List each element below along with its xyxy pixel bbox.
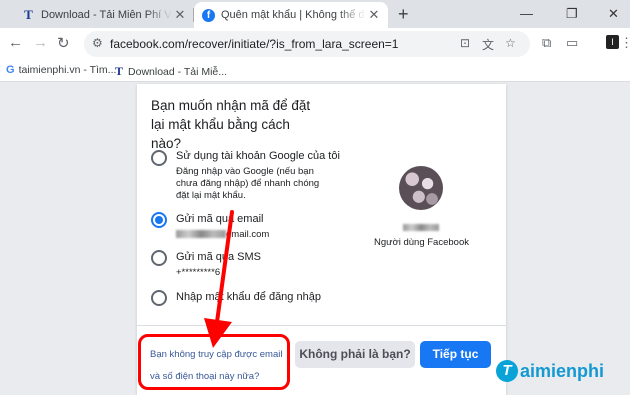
taimienphi-favicon-icon: T (24, 7, 33, 22)
continue-button[interactable]: Tiếp tục (420, 341, 491, 368)
close-window-icon[interactable]: ✕ (608, 6, 619, 22)
address-bar[interactable]: ⚙ facebook.com/recover/initiate/?is_from… (84, 31, 530, 57)
redacted-email (176, 230, 226, 239)
install-app-icon[interactable]: ⊡ (460, 36, 470, 50)
option-password-label[interactable]: Nhập mật khẩu để đăng nhập (176, 291, 321, 303)
menu-icon[interactable]: ⋮ (620, 35, 630, 51)
not-you-button[interactable]: Không phải là bạn? (295, 341, 415, 368)
radio-email[interactable] (151, 212, 167, 228)
bookmark-label: Download - Tải Miễ... (128, 65, 228, 78)
option-email-label[interactable]: Gửi mã qua email (176, 213, 263, 225)
option-google-desc: Đăng nhập vào Google (nếu bạn chưa đăng … (176, 166, 320, 201)
minimize-icon[interactable]: — (520, 6, 533, 21)
option-email-sub: gmail.com (176, 229, 269, 241)
card-divider (137, 325, 506, 326)
tab-strip: T Download - Tải Miễn Phí VN - P ✕ f Quê… (0, 0, 630, 28)
bookmark-star-icon[interactable]: ☆ (505, 36, 516, 50)
restore-icon[interactable]: ❐ (566, 6, 578, 22)
bookmark-label: taimienphi.vn - Tìm... (18, 64, 117, 76)
translate-icon[interactable]: 文 (482, 36, 494, 53)
profile-picture (399, 166, 443, 210)
profile-caption: Người dùng Facebook (374, 237, 469, 248)
option-google-label[interactable]: Sử dụng tài khoản Google của tôi (176, 150, 340, 162)
option-sms-label[interactable]: Gửi mã qua SMS (176, 251, 261, 263)
close-tab-icon[interactable]: ✕ (366, 7, 382, 23)
tab-title: Quên mật khẩu | Không thể đăng (221, 9, 366, 21)
option-sms-sub: +*********6 (176, 267, 221, 278)
taimienphi-logo-icon: T (496, 360, 518, 382)
tab-title: Download - Tải Miễn Phí VN - P (41, 9, 172, 21)
back-icon[interactable]: ← (8, 34, 23, 51)
tab-download[interactable]: T Download - Tải Miễn Phí VN - P ✕ (22, 2, 194, 28)
new-tab-button[interactable]: + (398, 4, 409, 25)
radio-sms[interactable] (151, 250, 167, 266)
radio-google[interactable] (151, 150, 167, 166)
sidebar-icon[interactable]: ▭ (566, 35, 578, 51)
facebook-favicon-icon: f (202, 8, 215, 22)
no-access-link-line2[interactable]: và số điện thoại này nữa? (150, 371, 259, 382)
site-info-icon[interactable]: ⚙ (92, 36, 103, 50)
bookmarks-bar: G taimienphi.vn - Tìm... T Download - Tả… (0, 60, 630, 82)
forward-icon[interactable]: → (33, 34, 48, 51)
taimienphi-icon: T (115, 64, 124, 78)
bookmark-item[interactable]: G taimienphi.vn - Tìm... (6, 64, 116, 76)
profile-avatar[interactable]: I (606, 35, 619, 49)
page-question: Bạn muốn nhận mã để đặt lại mật khẩu bằn… (151, 98, 311, 151)
extensions-icon[interactable]: ⧉ (542, 35, 551, 51)
tab-facebook-recover[interactable]: f Quên mật khẩu | Không thể đăng ✕ (194, 2, 388, 28)
close-tab-icon[interactable]: ✕ (172, 7, 188, 23)
browser-toolbar: ← → ↻ ⚙ facebook.com/recover/initiate/?i… (0, 28, 630, 60)
reload-icon[interactable]: ↻ (57, 34, 70, 52)
bookmark-item[interactable]: T Download - Tải Miễ... (115, 64, 227, 79)
redacted-profile-name (403, 224, 439, 231)
watermark-text: aimienphi (520, 360, 605, 381)
google-icon: G (6, 64, 15, 76)
no-access-link[interactable]: Bạn không truy cập được email (150, 349, 282, 360)
url-text[interactable]: facebook.com/recover/initiate/?is_from_l… (110, 37, 398, 51)
taimienphi-watermark: T aimienphi (496, 360, 604, 382)
radio-password[interactable] (151, 290, 167, 306)
